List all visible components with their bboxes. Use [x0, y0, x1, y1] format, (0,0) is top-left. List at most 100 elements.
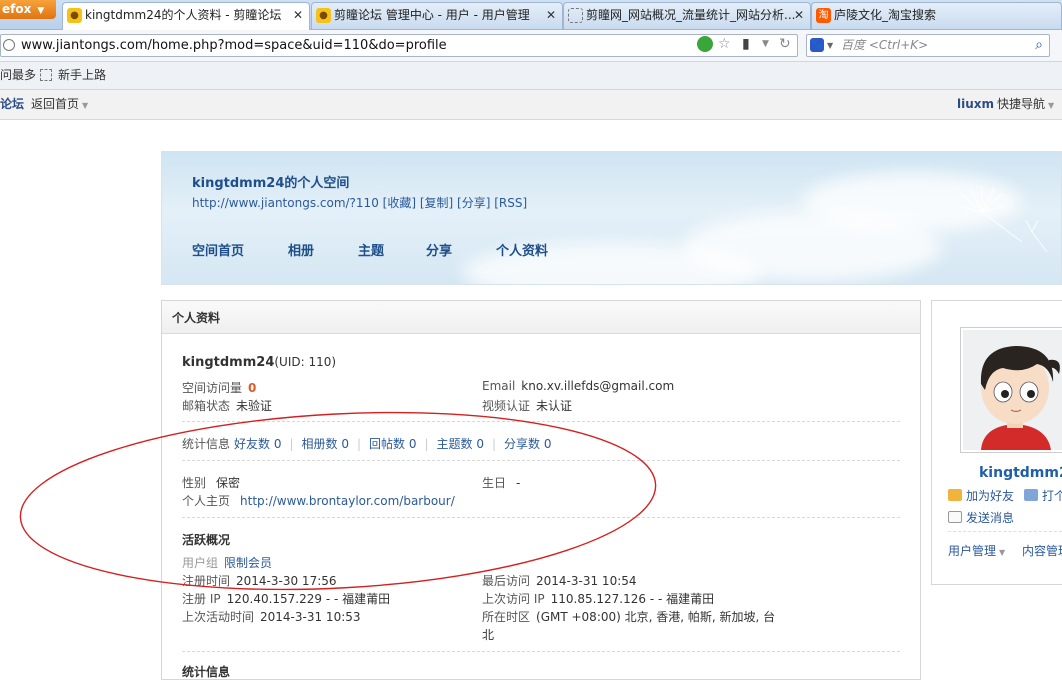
stat-replies[interactable]: 回帖数 0	[369, 437, 416, 451]
activity-title: 活跃概况	[182, 533, 231, 547]
stat-albums[interactable]: 相册数 0	[302, 437, 349, 451]
divider	[948, 531, 1062, 532]
reg-ip-row: 注册 IP 120.40.157.229 - - 福建莆田	[182, 590, 390, 607]
stat-topics[interactable]: 主题数 0	[437, 437, 484, 451]
username-link[interactable]: liuxm	[957, 90, 994, 118]
close-icon[interactable]: ✕	[546, 3, 556, 28]
homepage-label: 个人主页	[182, 494, 231, 508]
bookmark-label: 新手上路	[58, 68, 107, 82]
back-home-link[interactable]: 返回首页 ▼	[31, 90, 88, 120]
bookmark-getting-started[interactable]: 新手上路	[40, 62, 106, 89]
profile-username: kingtdmm24	[182, 355, 275, 370]
homepage-row: 个人主页 http://www.brontaylor.com/barbour/	[182, 492, 455, 509]
space-title[interactable]: kingtdmm24的个人空间	[192, 172, 349, 191]
group-link[interactable]: 限制会员	[224, 556, 272, 570]
close-icon[interactable]: ✕	[794, 3, 804, 28]
stat-separator: |	[289, 437, 294, 451]
send-message-link[interactable]: 发送消息	[948, 509, 1014, 526]
panel-title: 个人资料	[162, 301, 920, 334]
chevron-down-icon: ▼	[999, 548, 1006, 557]
video-auth-row: 视频认证 未认证	[482, 397, 572, 414]
add-friend-icon	[948, 489, 962, 501]
timezone-value: (GMT +08:00) 北京, 香港, 帕斯, 新加坡, 台	[536, 610, 776, 624]
bookmark-page-icon	[40, 69, 52, 81]
reg-time-row: 注册时间 2014-3-30 17:56	[182, 572, 337, 589]
bookmark-most-visited[interactable]: 问最多	[0, 62, 36, 89]
space-url[interactable]: http://www.jiantongs.com/?110	[192, 196, 379, 210]
tab-admin[interactable]: ● 剪瞳论坛 管理中心 - 用户 - 用户管理 ✕	[311, 2, 563, 29]
tab-label: 剪瞳论坛 管理中心 - 用户 - 用户管理	[334, 8, 530, 22]
tab-profile[interactable]: ● kingtdmm24的个人资料 - 剪瞳论坛 ✕	[62, 2, 310, 30]
gender-row: 性别 保密	[182, 474, 240, 491]
mail-status-label: 邮箱状态	[182, 399, 231, 413]
group-row: 用户组 限制会员	[182, 554, 272, 571]
browser-tab-bar: efox ▼ ● kingtdmm24的个人资料 - 剪瞳论坛 ✕ ● 剪瞳论坛 …	[0, 0, 1062, 30]
forum-link[interactable]: 论坛	[0, 90, 24, 118]
stat-separator: |	[424, 437, 429, 451]
card-username[interactable]: kingtdmm24	[979, 465, 1062, 481]
timezone-label: 所在时区	[482, 610, 531, 624]
divider	[182, 421, 900, 422]
reg-ip-label: 注册 IP	[182, 592, 221, 606]
stat-shares[interactable]: 分享数 0	[504, 437, 551, 451]
chevron-down-icon: ▼	[1048, 101, 1055, 110]
nav-shares[interactable]: 分享	[426, 240, 452, 259]
bookmarks-toolbar: 问最多 新手上路	[0, 62, 1062, 90]
baidu-engine-icon[interactable]: 🐾	[810, 38, 824, 52]
last-active-label: 上次活动时间	[182, 610, 255, 624]
url-text: www.jiantongs.com/home.php?mod=space&uid…	[21, 38, 447, 53]
last-active-value: 2014-3-31 10:53	[260, 610, 361, 624]
url-bar[interactable]: www.jiantongs.com/home.php?mod=space&uid…	[0, 34, 798, 57]
star-bookmark-icon[interactable]: ☆	[718, 36, 731, 52]
space-url-actions[interactable]: [收藏] [复制] [分享] [RSS]	[383, 196, 527, 210]
stat-separator: |	[491, 437, 497, 451]
last-visit-label: 最后访问	[482, 574, 531, 588]
user-card: kingtdmm24 加为好友 打个 发送消息 用户管理▼ 内容管理	[931, 300, 1062, 585]
site-top-bar: 论坛 返回首页 ▼ liuxm 快捷导航 ▼	[0, 90, 1062, 120]
last-active-row: 上次活动时间 2014-3-31 10:53	[182, 608, 361, 625]
mobile-icon[interactable]: ▮	[742, 36, 750, 52]
search-icon[interactable]: ⌕	[1035, 35, 1043, 56]
user-manage-menu[interactable]: 用户管理 ▼	[948, 542, 1005, 559]
homepage-link[interactable]: http://www.brontaylor.com/barbour/	[240, 494, 455, 508]
visits-label: 空间访问量	[182, 381, 243, 395]
chevron-down-icon[interactable]: ▼	[762, 39, 769, 49]
close-icon[interactable]: ✕	[293, 3, 303, 28]
mail-status-row: 邮箱状态 未验证	[182, 397, 272, 414]
firefox-menu-button[interactable]: efox ▼	[0, 0, 56, 19]
last-visit-row: 最后访问 2014-3-31 10:54	[482, 572, 637, 589]
email-label: Email	[482, 379, 516, 393]
send-message-label: 发送消息	[966, 511, 1015, 525]
email-row: Email kno.xv.illefds@gmail.com	[482, 379, 674, 393]
chevron-down-icon[interactable]: ▼	[827, 35, 833, 56]
tab-taobao[interactable]: 淘 庐陵文化_淘宝搜索	[811, 2, 1062, 29]
space-url-line: http://www.jiantongs.com/?110 [收藏] [复制] …	[192, 194, 527, 211]
stat-friends[interactable]: 好友数 0	[234, 437, 281, 451]
nav-album[interactable]: 相册	[288, 240, 314, 259]
reg-ip-value: 120.40.157.229 - - 福建莆田	[226, 592, 391, 606]
email-value: kno.xv.illefds@gmail.com	[521, 379, 675, 393]
blank-page-icon	[568, 8, 583, 23]
reg-time-value: 2014-3-30 17:56	[236, 574, 337, 588]
avatar[interactable]	[960, 327, 1062, 453]
envelope-icon	[948, 511, 962, 523]
nav-topics[interactable]: 主题	[358, 240, 384, 259]
nav-space-home[interactable]: 空间首页	[192, 240, 244, 259]
tab-stats[interactable]: 剪瞳网_网站概况_流量统计_网站分析... ✕	[563, 2, 811, 29]
back-home-label: 返回首页	[31, 97, 80, 111]
content-manage-menu[interactable]: 内容管理	[1022, 542, 1062, 559]
avatar-image	[963, 330, 1062, 450]
add-friend-link[interactable]: 加为好友	[948, 487, 1014, 504]
birthday-row: 生日 -	[482, 474, 520, 491]
go-arrow-icon[interactable]	[697, 36, 713, 52]
divider	[182, 460, 900, 461]
profile-username-line: kingtdmm24(UID: 110)	[182, 355, 336, 370]
greet-label: 打个	[1042, 489, 1062, 503]
greet-link[interactable]: 打个	[1024, 487, 1062, 504]
quick-nav-menu[interactable]: 快捷导航 ▼	[997, 90, 1054, 120]
reload-icon[interactable]: ↻	[779, 36, 791, 52]
nav-profile[interactable]: 个人资料	[496, 240, 548, 259]
gender-label: 性别	[182, 476, 207, 490]
browser-nav-bar: www.jiantongs.com/home.php?mod=space&uid…	[0, 30, 1062, 62]
search-input[interactable]: 🐾 ▼ 百度 <Ctrl+K> ⌕	[806, 34, 1050, 57]
